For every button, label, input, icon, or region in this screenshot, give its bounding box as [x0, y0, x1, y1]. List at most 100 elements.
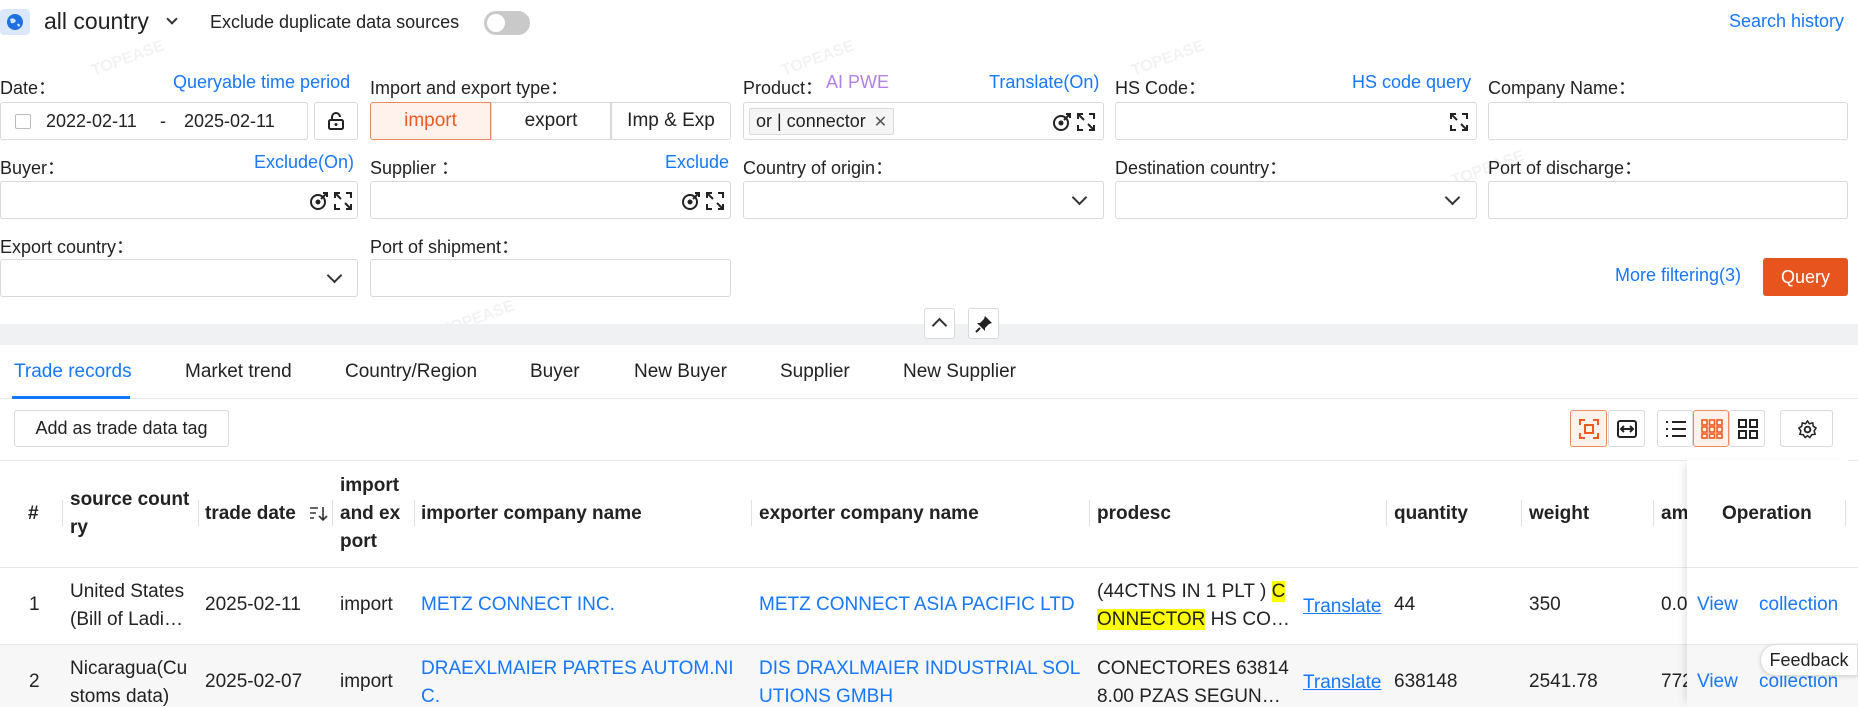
col-header-importer[interactable]: importer company name	[421, 500, 642, 528]
tab-new-supplier[interactable]: New Supplier	[903, 361, 1016, 383]
translate-on-link[interactable]: Translate(On)	[989, 72, 1099, 93]
search-history-link[interactable]: Search history	[1729, 11, 1844, 32]
col-header-operation: Operation	[1722, 503, 1812, 524]
queryable-time-period-link[interactable]: Queryable time period	[173, 72, 350, 93]
sort-icon[interactable]	[309, 506, 329, 522]
prodesc-highlight: C	[1271, 581, 1286, 602]
collapse-button[interactable]	[924, 308, 955, 339]
pin-icon	[975, 316, 992, 333]
translate-link[interactable]: Translate	[1303, 669, 1382, 697]
fit-screen-button[interactable]	[1570, 410, 1607, 447]
importer-link[interactable]: DRAEXLMAIER PARTES AUTOM.NIC.	[421, 655, 737, 707]
column-separator	[751, 500, 752, 526]
col-header-prodesc[interactable]: prodesc	[1097, 500, 1171, 528]
col-header-exporter[interactable]: exporter company name	[759, 500, 979, 528]
col-header-amount[interactable]: am	[1661, 500, 1688, 528]
col-header-weight[interactable]: weight	[1529, 500, 1589, 528]
tab-new-buyer[interactable]: New Buyer	[634, 361, 727, 383]
row-index: 1	[29, 594, 40, 615]
translate-link[interactable]: Translate	[1303, 593, 1382, 621]
expand-icon[interactable]	[705, 191, 725, 211]
export-option[interactable]: export	[491, 102, 611, 140]
prodesc-text: HS CO…	[1205, 609, 1290, 630]
buyer-input[interactable]	[0, 181, 358, 219]
collection-link[interactable]: collection	[1759, 591, 1838, 619]
column-separator	[1089, 500, 1090, 526]
date-range-picker[interactable]: 2022-02-11 - 2025-02-11	[0, 102, 308, 140]
pin-button[interactable]	[968, 308, 999, 339]
query-button[interactable]: Query	[1763, 258, 1848, 296]
view-link[interactable]: View	[1697, 591, 1738, 619]
exporter-link[interactable]: METZ CONNECT ASIA PACIFIC LTD	[759, 591, 1075, 619]
more-filtering-link[interactable]: More filtering(3)	[1615, 265, 1741, 286]
weight-cell: 350	[1529, 594, 1561, 615]
hs-code-query-link[interactable]: HS code query	[1352, 72, 1471, 93]
expand-icon[interactable]	[1449, 112, 1469, 132]
settings-button[interactable]	[1780, 410, 1833, 447]
supplier-exclude-link[interactable]: Exclude	[665, 152, 729, 173]
add-trade-tag-button[interactable]: Add as trade data tag	[14, 410, 229, 447]
column-separator	[1386, 500, 1387, 526]
row-index: 2	[29, 671, 40, 692]
company-name-label: Company Name：	[1488, 78, 1637, 98]
quantity-cell: 44	[1394, 594, 1416, 615]
expand-icon[interactable]	[333, 191, 353, 211]
port-of-discharge-input[interactable]	[1488, 181, 1848, 219]
tab-market-trend[interactable]: Market trend	[185, 361, 292, 383]
ai-target-icon[interactable]	[309, 191, 329, 211]
supplier-input[interactable]	[370, 181, 731, 219]
exclude-duplicates-toggle[interactable]	[484, 11, 530, 35]
col-header-trade-date[interactable]: trade date	[205, 500, 296, 528]
fit-width-button[interactable]	[1608, 410, 1645, 447]
close-icon[interactable]: ✕	[874, 112, 887, 132]
product-input[interactable]: or | connector ✕	[743, 102, 1104, 140]
import-option[interactable]: import	[370, 102, 491, 140]
col-header-quantity[interactable]: quantity	[1394, 500, 1468, 528]
tab-buyer[interactable]: Buyer	[530, 361, 580, 383]
grid-small-icon	[1701, 419, 1723, 439]
tab-supplier[interactable]: Supplier	[780, 361, 850, 383]
export-country-select[interactable]	[0, 259, 358, 297]
col-header-source-country[interactable]: source country	[70, 486, 195, 542]
ai-pwe-link[interactable]: AI PWE	[826, 72, 889, 93]
calendar-icon	[15, 114, 31, 129]
large-grid-button[interactable]	[1729, 410, 1765, 447]
view-link[interactable]: View	[1697, 668, 1738, 696]
fit-screen-icon	[1579, 419, 1599, 439]
expand-icon[interactable]	[1076, 112, 1096, 132]
product-tag[interactable]: or | connector ✕	[749, 108, 895, 135]
product-label: Product：	[743, 78, 824, 98]
lock-button[interactable]	[314, 102, 358, 140]
trade-date-cell: 2025-02-07	[205, 671, 303, 692]
col-header-import-export[interactable]: import and export	[340, 472, 410, 556]
import-export-label: Import and export type：	[370, 78, 569, 98]
country-of-origin-select[interactable]	[743, 181, 1104, 219]
buyer-label: Buyer：	[0, 158, 66, 178]
globe-icon[interactable]	[0, 9, 30, 35]
importer-link[interactable]: METZ CONNECT INC.	[421, 591, 615, 619]
quantity-cell: 638148	[1394, 671, 1458, 692]
feedback-button[interactable]: Feedback	[1760, 644, 1858, 676]
compact-grid-button[interactable]	[1693, 410, 1729, 447]
date-start[interactable]: 2022-02-11	[46, 111, 137, 132]
hs-code-input[interactable]	[1115, 102, 1477, 140]
tab-trade-records[interactable]: Trade records	[14, 361, 132, 383]
gear-icon	[1798, 420, 1817, 439]
destination-country-label: Destination country：	[1115, 158, 1288, 178]
buyer-exclude-link[interactable]: Exclude(On)	[254, 152, 354, 173]
prodesc-highlight: ONNECTOR	[1097, 609, 1206, 630]
tab-country-region[interactable]: Country/Region	[345, 361, 477, 383]
col-header-index: #	[28, 503, 39, 524]
imp-exp-option[interactable]: Imp & Exp	[611, 102, 731, 140]
destination-country-select[interactable]	[1115, 181, 1477, 219]
prodesc-cell: (44CTNS IN 1 PLT ) C ONNECTOR HS CO…	[1097, 578, 1295, 634]
country-selector[interactable]: all country	[44, 8, 149, 35]
company-name-input[interactable]	[1488, 102, 1848, 140]
date-end[interactable]: 2025-02-11	[184, 111, 275, 132]
exporter-link[interactable]: DIS DRAXLMAIER INDUSTRIAL SOLUTIONS GMBH	[759, 655, 1081, 707]
ai-target-icon[interactable]	[1052, 112, 1072, 132]
ai-target-icon[interactable]	[681, 191, 701, 211]
chevron-down-icon[interactable]	[166, 13, 178, 25]
port-of-shipment-input[interactable]	[370, 259, 731, 297]
list-view-button[interactable]	[1657, 410, 1693, 447]
